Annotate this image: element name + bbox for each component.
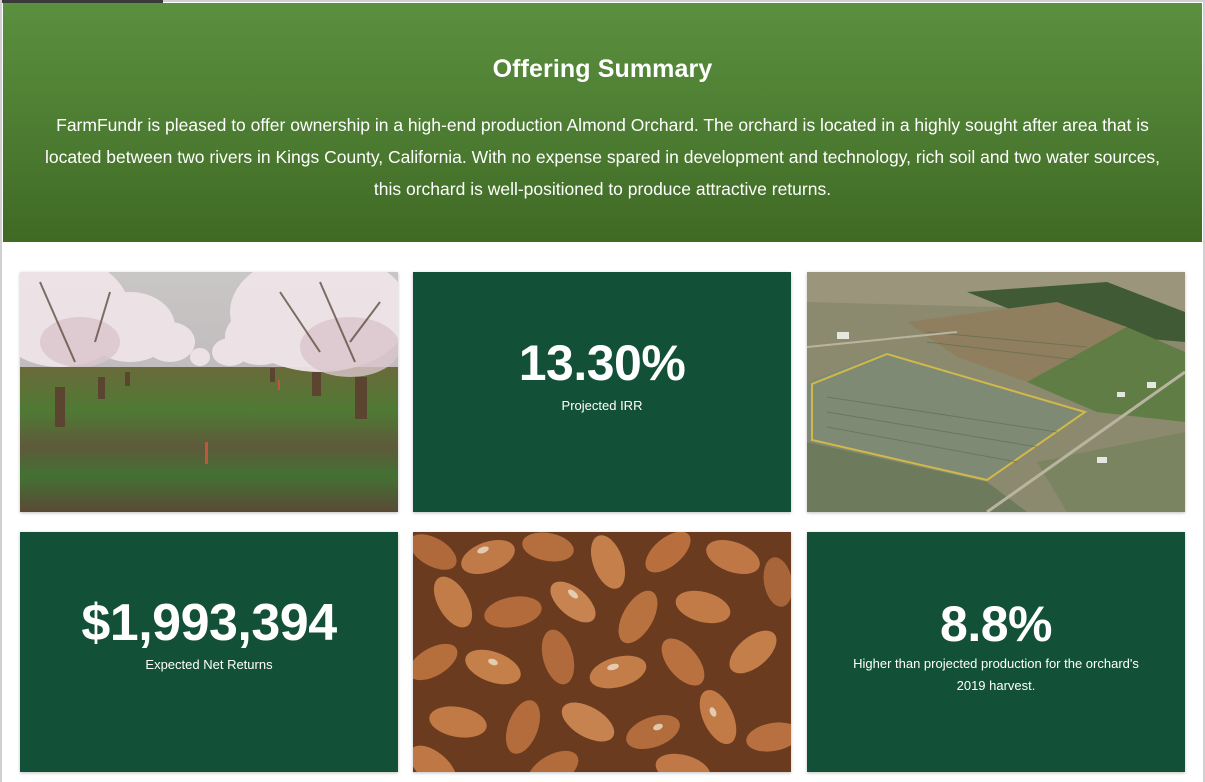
net-returns-value: $1,993,394 [81,594,337,652]
orchard-blossom-photo [20,272,398,512]
stat-card-production: 8.8% Higher than projected production fo… [807,532,1185,772]
stat-card-net-returns: $1,993,394 Expected Net Returns [20,532,398,772]
aerial-orchard-photo [807,272,1185,512]
production-value: 8.8% [940,596,1052,652]
almonds-photo [413,532,791,772]
net-returns-label: Expected Net Returns [145,657,273,672]
section-title: Offering Summary [492,55,713,83]
irr-label: Projected IRR [561,398,643,413]
stat-card-irr: 13.30% Projected IRR [413,272,791,512]
section-description: FarmFundr is pleased to offer ownership … [44,115,1161,199]
offering-summary-banner: Offering Summary FarmFundr is pleased to… [3,3,1202,242]
irr-value: 13.30% [518,335,686,391]
production-label: Higher than projected production for the… [853,656,1139,693]
